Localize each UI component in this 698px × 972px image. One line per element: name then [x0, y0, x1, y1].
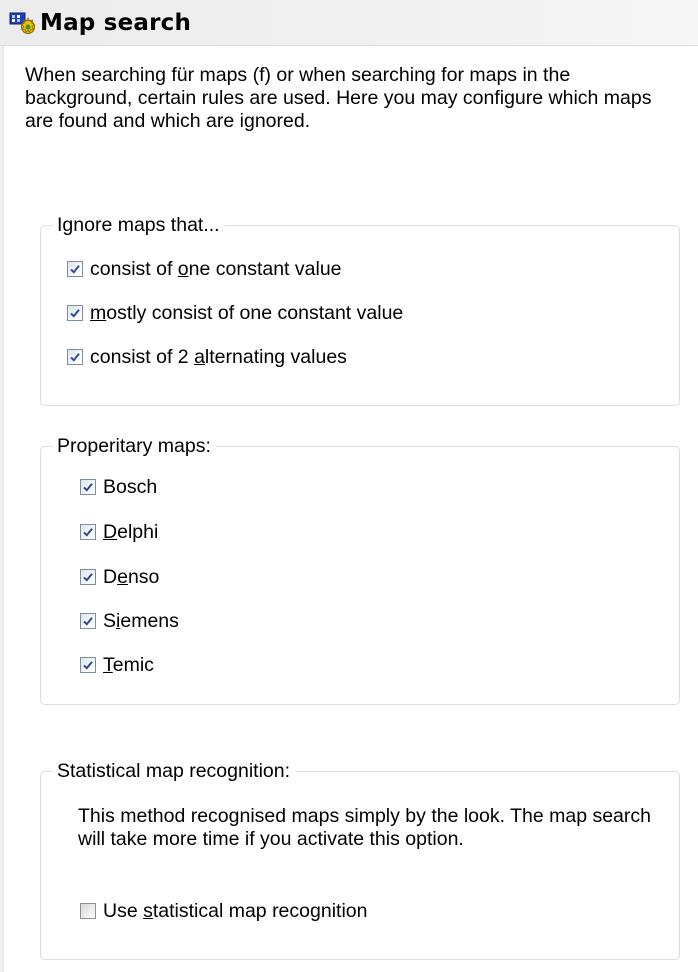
statistical-description: This method recognised maps simply by th…	[78, 805, 651, 850]
checkbox-box[interactable]	[80, 524, 96, 540]
ignore-maps-legend: Ignore maps that...	[53, 213, 225, 237]
ignore-alternating-checkbox[interactable]: consist of 2 alternating values	[67, 344, 347, 370]
checkmark-icon	[70, 265, 80, 274]
checkbox-label: consist of one constant value	[90, 257, 342, 280]
panel-title: Map search	[40, 10, 192, 36]
checkbox-box[interactable]	[80, 903, 96, 919]
checkbox-box[interactable]	[67, 305, 83, 321]
checkmark-icon	[83, 617, 93, 626]
siemens-checkbox[interactable]: Siemens	[80, 608, 179, 634]
ignore-constant-checkbox[interactable]: consist of one constant value	[67, 256, 342, 282]
checkbox-label: Bosch	[103, 475, 158, 498]
checkmark-icon	[83, 483, 93, 492]
checkbox-label: Use statistical map recognition	[103, 899, 368, 922]
checkmark-icon	[83, 661, 93, 670]
checkmark-icon	[83, 573, 93, 582]
bosch-checkbox[interactable]: Bosch	[80, 474, 157, 500]
checkbox-box[interactable]	[80, 657, 96, 673]
checkbox-label: Siemens	[103, 609, 179, 632]
proprietary-maps-legend: Properitary maps:	[53, 434, 216, 458]
checkbox-label: Delphi	[103, 520, 159, 543]
statistical-recognition-group: Statistical map recognition: This method…	[40, 759, 680, 960]
checkbox-label: mostly consist of one constant value	[90, 301, 404, 324]
checkmark-icon	[83, 528, 93, 537]
checkmark-icon	[70, 353, 80, 362]
ignore-mostly-constant-checkbox[interactable]: mostly consist of one constant value	[67, 300, 403, 326]
checkbox-box[interactable]	[80, 569, 96, 585]
statistical-recognition-legend: Statistical map recognition:	[53, 759, 296, 783]
checkmark-icon	[70, 309, 80, 318]
ignore-maps-group: Ignore maps that... consist of one const…	[40, 213, 680, 406]
temic-checkbox[interactable]: Temic	[80, 652, 154, 678]
use-statistical-recognition-checkbox[interactable]: Use statistical map recognition	[80, 898, 367, 924]
checkbox-box[interactable]	[67, 261, 83, 277]
map-search-panel: Map search When searching für maps (f) o…	[0, 0, 698, 972]
left-edge-divider	[0, 46, 4, 972]
delphi-checkbox[interactable]: Delphi	[80, 519, 158, 545]
panel-titlebar: Map search	[0, 0, 698, 46]
checkbox-label: consist of 2 alternating values	[90, 345, 347, 368]
checkbox-label: Denso	[103, 565, 160, 588]
checkbox-box[interactable]	[80, 479, 96, 495]
denso-checkbox[interactable]: Denso	[80, 564, 159, 590]
intro-description: When searching für maps (f) or when sear…	[25, 64, 652, 132]
checkbox-box[interactable]	[80, 613, 96, 629]
checkbox-box[interactable]	[67, 349, 83, 365]
map-search-icon	[9, 12, 39, 36]
proprietary-maps-group: Properitary maps: Bosch Delphi Denso Sie…	[40, 434, 680, 705]
checkbox-label: Temic	[103, 653, 154, 676]
